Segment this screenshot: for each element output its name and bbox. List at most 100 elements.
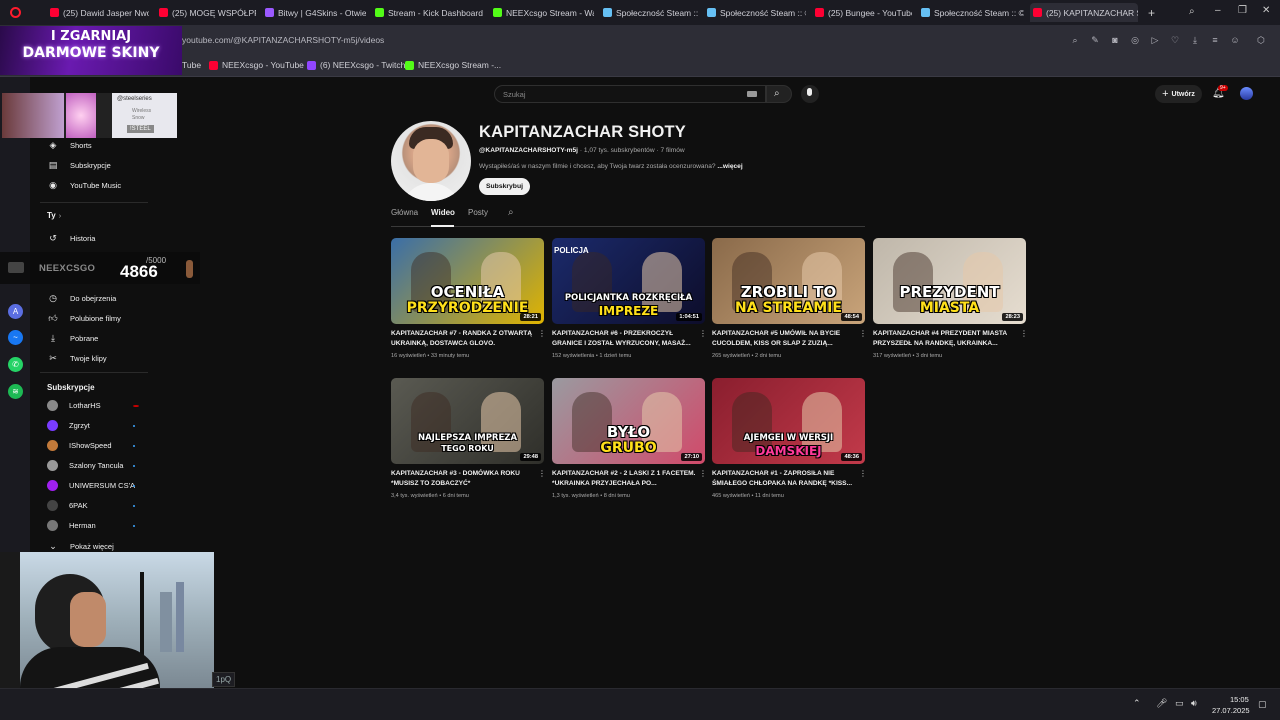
- notifications-button[interactable]: 🔔︎ 9+: [1212, 85, 1228, 100]
- browser-tab[interactable]: Społeczność Steam :: ©R: [918, 3, 1024, 22]
- subscription-item[interactable]: Szalony Tancula: [47, 460, 123, 471]
- browser-tab[interactable]: Społeczność Steam :: ©R: [600, 3, 698, 22]
- extension-icon[interactable]: ⬡: [1256, 35, 1266, 45]
- download-bar-icon[interactable]: ⤓: [1190, 35, 1200, 45]
- video-title[interactable]: KAPITANZACHAR #4 PREZYDENT MIASTA PRZYSZ…: [873, 329, 1021, 348]
- subscription-item[interactable]: UNIWERSUM CS'A: [47, 480, 135, 491]
- video-title[interactable]: KAPITANZACHAR #1 - ZAPROSIŁA NIE ŚMIAŁEG…: [712, 469, 860, 488]
- channel-avatar[interactable]: [391, 121, 471, 201]
- promo-line1: I ZGARNIAJ: [50, 29, 132, 44]
- browser-tab[interactable]: Stream - Kick Dashboard: [372, 3, 484, 22]
- sidebar-item[interactable]: ✂ Twoje klipy: [47, 352, 106, 364]
- search-page-icon[interactable]: ⌕: [1070, 35, 1080, 45]
- minimize-icon[interactable]: –: [1215, 5, 1221, 16]
- sidebar-you-heading[interactable]: Ty ›: [47, 211, 61, 220]
- video-thumbnail[interactable]: PREZYDENT MIASTA 28:23: [873, 238, 1026, 324]
- tab-videos[interactable]: Wideo: [431, 208, 455, 217]
- channel-description[interactable]: Wystąpiłeś/aś w naszym filmie i chcesz, …: [479, 163, 743, 170]
- subscription-item[interactable]: IShowSpeed: [47, 440, 112, 451]
- search-tabs-icon[interactable]: ⌕: [1189, 6, 1195, 17]
- create-button[interactable]: + Utwórz: [1155, 85, 1202, 103]
- voice-search-button[interactable]: [801, 85, 819, 103]
- channel-search-icon[interactable]: ⌕: [508, 207, 514, 218]
- video-thumbnail[interactable]: BYŁO GRUBO 27:10: [552, 378, 705, 464]
- spotify-icon[interactable]: ≋: [8, 384, 23, 399]
- more-actions-icon[interactable]: ⋮: [538, 329, 546, 338]
- clock-time[interactable]: 15:05: [1230, 695, 1249, 704]
- bookmark-label: (6) NEEXcsgo - Twitch: [320, 60, 406, 70]
- subscription-item[interactable]: LotharHS: [47, 400, 101, 411]
- video-thumbnail[interactable]: AJEMGEI W WERSJI DAMSKIEJ 48:36: [712, 378, 865, 464]
- more-actions-icon[interactable]: ⋮: [859, 329, 867, 338]
- sidebar-item[interactable]: ◷ Do obejrzenia: [47, 292, 116, 304]
- video-thumbnail[interactable]: NAJLEPSZA IMPREZA TEGO ROKU 29:48: [391, 378, 544, 464]
- sidebar-item[interactable]: ↺ Historia: [47, 232, 95, 244]
- new-tab-icon[interactable]: +: [1148, 6, 1155, 20]
- player-icon[interactable]: ▷: [1150, 35, 1160, 45]
- bookmark-item[interactable]: Tube: [182, 60, 201, 70]
- subscription-item[interactable]: Herman: [47, 520, 96, 531]
- windows-taskbar: ⌃ 🎤︎ ▭ 🔊︎ 15:05 27.07.2025 ▢: [0, 688, 1280, 720]
- close-window-icon[interactable]: ✕: [1262, 5, 1270, 16]
- more-actions-icon[interactable]: ⋮: [1020, 329, 1028, 338]
- sidebar-item[interactable]: 👍︎ Polubione filmy: [47, 312, 121, 324]
- more-actions-icon[interactable]: ⋮: [699, 469, 707, 478]
- video-thumbnail[interactable]: OCENIŁA PRZYRODZENIE 28:21: [391, 238, 544, 324]
- sidebar-item[interactable]: ⤓ Pobrane: [47, 332, 98, 344]
- more-actions-icon[interactable]: ⋮: [538, 469, 546, 478]
- sidebar-item[interactable]: ◈ Shorts: [47, 139, 92, 151]
- clock-date[interactable]: 27.07.2025: [1212, 706, 1250, 715]
- video-title[interactable]: KAPITANZACHAR #6 - PRZEKROCZYŁ GRANICE I…: [552, 329, 700, 348]
- subscription-item[interactable]: Zgrzyt: [47, 420, 90, 431]
- keyboard-icon[interactable]: [747, 91, 757, 97]
- tab-home[interactable]: Główna: [391, 208, 418, 217]
- more-link[interactable]: ...więcej: [716, 163, 742, 170]
- bookmark-item[interactable]: NEEXcsgo Stream -...: [405, 60, 501, 70]
- tab-label: Społeczność Steam :: ©R: [720, 7, 806, 18]
- video-thumbnail[interactable]: POLICJA POLICJANTKA ROZKRĘCIŁA IMPREZE 1:04…: [552, 238, 705, 324]
- browser-tab[interactable]: Społeczność Steam :: ©R: [704, 3, 806, 22]
- maximize-icon[interactable]: ❐: [1238, 5, 1247, 16]
- video-title[interactable]: KAPITANZACHAR #2 - 2 LASKI Z 1 FACETEM. …: [552, 469, 700, 488]
- whatsapp-icon[interactable]: ✆: [8, 357, 23, 372]
- profile-icon[interactable]: ☺: [1230, 35, 1240, 45]
- opera-logo-icon[interactable]: [10, 7, 21, 18]
- messenger-icon[interactable]: ~: [8, 330, 23, 345]
- search-button[interactable]: ⌕: [766, 85, 792, 103]
- edit-icon[interactable]: ✎: [1090, 35, 1100, 45]
- more-actions-icon[interactable]: ⋮: [859, 469, 867, 478]
- bookmark-item[interactable]: NEEXcsgo - YouTube: [209, 60, 304, 70]
- tray-chevron-icon[interactable]: ⌃: [1133, 698, 1141, 709]
- browser-tab[interactable]: Bitwy | G4Skins - Otwier: [262, 3, 366, 22]
- browser-tab[interactable]: NEEXcsgo Stream - Watc: [490, 3, 594, 22]
- account-avatar[interactable]: [1240, 87, 1253, 100]
- sidebar-item[interactable]: ▤ Subskrypcje: [47, 159, 111, 171]
- video-title[interactable]: KAPITANZACHAR #5 UMÓWIŁ NA BYCIE CUCOLDE…: [712, 329, 860, 348]
- network-icon[interactable]: ▭: [1175, 698, 1184, 709]
- search-input[interactable]: Szukaj: [494, 85, 766, 103]
- upload-age: 3 dni temu: [916, 353, 943, 359]
- volume-icon[interactable]: 🔊︎: [1191, 698, 1197, 709]
- browser-tab[interactable]: (25) KAPITANZACHAR SH: [1030, 3, 1138, 22]
- sidebar-item[interactable]: ◉ YouTube Music: [47, 179, 121, 191]
- video-title[interactable]: KAPITANZACHAR #3 - DOMÓWKA ROKU *MUSISZ …: [391, 469, 539, 488]
- camera-icon[interactable]: ◙: [1110, 35, 1120, 45]
- mic-tray-icon[interactable]: 🎤︎: [1156, 698, 1167, 709]
- url-field[interactable]: youtube.com/@KAPITANZACHARSHOTY-m5j/vide…: [182, 35, 384, 45]
- subscription-item[interactable]: 6PAK: [47, 500, 88, 511]
- browser-tab[interactable]: (25) Bungee - YouTube: [812, 3, 912, 22]
- show-more-button[interactable]: ⌄ Pokaż więcej: [47, 540, 114, 552]
- browser-tab[interactable]: (25) MOGĘ WSPÓŁPRAC: [156, 3, 256, 22]
- video-thumbnail[interactable]: ZROBILI TO NA STREAMIE 48:54: [712, 238, 865, 324]
- aria-icon[interactable]: A: [8, 304, 23, 319]
- more-actions-icon[interactable]: ⋮: [699, 329, 707, 338]
- menu-icon[interactable]: ≡: [1210, 35, 1220, 45]
- notification-center-icon[interactable]: ▢: [1258, 699, 1267, 710]
- subscribe-button[interactable]: Subskrybuj: [479, 178, 530, 195]
- tab-posts[interactable]: Posty: [468, 208, 488, 217]
- heart-icon[interactable]: ♡: [1170, 35, 1180, 45]
- vpn-icon[interactable]: ◎: [1130, 35, 1140, 45]
- video-title[interactable]: KAPITANZACHAR #7 - RANDKA Z OTWARTĄ UKRA…: [391, 329, 539, 348]
- browser-tab[interactable]: (25) Dawid Jasper Nword: [47, 3, 149, 22]
- bookmark-item[interactable]: (6) NEEXcsgo - Twitch: [307, 60, 405, 70]
